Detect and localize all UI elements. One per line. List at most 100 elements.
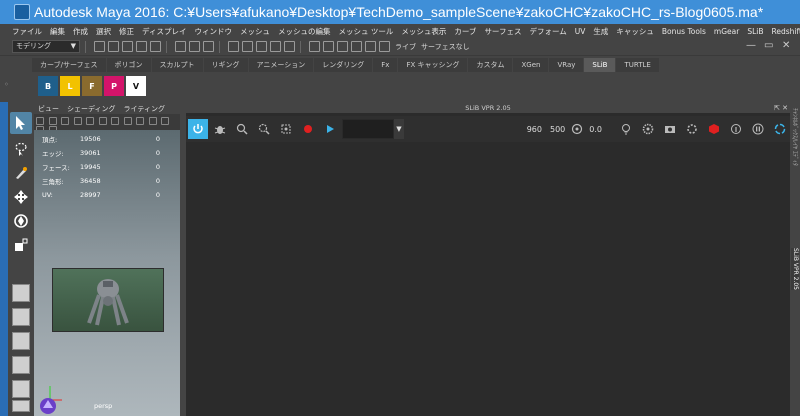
menu-item[interactable]: ファイル	[12, 26, 42, 37]
film-gate-icon[interactable]	[123, 116, 132, 125]
shelf-button[interactable]: L	[60, 76, 80, 96]
side-tab-slib-vpr[interactable]: SLiB VPR 2.05	[791, 248, 799, 290]
shelf-button[interactable]: V	[126, 76, 146, 96]
side-tab-channel-box[interactable]: ﾁｬﾝﾈﾙﾎﾞｯｸｽ/ﾚｲﾔ ｴﾃﾞｨﾀ	[791, 108, 799, 166]
vpr-info-button[interactable]	[726, 119, 746, 139]
smooth-shade-icon[interactable]	[161, 116, 170, 125]
select-deformers-icon[interactable]	[284, 41, 295, 52]
save-scene-icon[interactable]	[122, 41, 133, 52]
menu-item[interactable]: 作成	[73, 26, 88, 37]
shelf-tab[interactable]: TURTLE	[616, 58, 659, 72]
shelf-tab[interactable]: XGen	[513, 58, 549, 72]
vpr-light-button[interactable]	[616, 119, 636, 139]
vpr-height-value[interactable]: 500	[550, 125, 565, 134]
wireframe-icon[interactable]	[148, 116, 157, 125]
shelf-button[interactable]: P	[104, 76, 124, 96]
vpr-cube-button[interactable]	[704, 119, 724, 139]
menu-item[interactable]: 修正	[119, 26, 134, 37]
restore-button[interactable]: ▭	[764, 40, 773, 51]
vpr-zoom-button[interactable]	[232, 119, 252, 139]
bookmark-icon[interactable]	[61, 116, 70, 125]
lasso-tool-button[interactable]	[10, 138, 32, 160]
snap-curve-icon[interactable]	[323, 41, 334, 52]
vpr-crop-button[interactable]	[276, 119, 296, 139]
shelf-menu-icon[interactable]: ◦	[4, 80, 12, 94]
menu-item[interactable]: デフォーム	[530, 26, 567, 37]
undo-icon[interactable]	[136, 41, 147, 52]
snap-point-icon[interactable]	[337, 41, 348, 52]
shelf-tab[interactable]: FX キャッシング	[398, 58, 468, 72]
grease-pencil-icon[interactable]	[98, 116, 107, 125]
vpr-exposure-value[interactable]: 0.0	[589, 125, 602, 134]
shelf-tab[interactable]: レンダリング	[314, 58, 373, 72]
menu-set-select[interactable]: モデリング ▼	[12, 40, 80, 53]
vpr-render-button[interactable]	[298, 119, 318, 139]
move-tool-button[interactable]	[10, 186, 32, 208]
menu-item[interactable]: キャッシュ	[616, 26, 654, 37]
vpr-pause-button[interactable]	[748, 119, 768, 139]
snap-grid-icon[interactable]	[309, 41, 320, 52]
resolution-gate-icon[interactable]	[136, 116, 145, 125]
close-button[interactable]: ✕	[782, 40, 790, 51]
shelf-button[interactable]: F	[82, 76, 102, 96]
menu-item[interactable]: ディスプレイ	[142, 26, 186, 37]
menu-item[interactable]: メッシュ ツール	[338, 26, 393, 37]
menu-item[interactable]: mGear	[714, 27, 739, 36]
shelf-tab[interactable]: VRay	[549, 58, 584, 72]
camera-select-icon[interactable]	[36, 116, 44, 125]
select-surfaces-icon[interactable]	[270, 41, 281, 52]
viewport-menu-item[interactable]: ビュー	[38, 104, 59, 114]
shelf-tab[interactable]: カスタム	[468, 58, 513, 72]
vpr-refresh-button[interactable]	[770, 119, 790, 139]
vpr-snapshot-button[interactable]	[660, 119, 680, 139]
shelf-tab[interactable]: カーブ/サーフェス	[32, 58, 106, 72]
vpr-iso-button[interactable]	[682, 119, 702, 139]
snap-live-icon[interactable]	[379, 41, 390, 52]
snap-view-plane-icon[interactable]	[351, 41, 362, 52]
shelf-tab[interactable]: SLiB	[584, 58, 616, 72]
vpr-settings-button[interactable]	[638, 119, 658, 139]
graph-layout-button[interactable]	[12, 400, 30, 412]
viewport-menu-item[interactable]: ライティング	[124, 104, 165, 114]
vpr-exposure-button[interactable]	[567, 119, 587, 139]
select-component-icon[interactable]	[203, 41, 214, 52]
select-handles-icon[interactable]	[228, 41, 239, 52]
menu-item[interactable]: ウィンドウ	[194, 26, 232, 37]
vpr-play-button[interactable]	[320, 119, 340, 139]
rotate-tool-button[interactable]	[10, 210, 32, 232]
select-hierarchy-icon[interactable]	[175, 41, 186, 52]
side-by-side-layout-button[interactable]	[12, 332, 30, 350]
shelf-tab[interactable]: アニメーション	[248, 58, 314, 72]
menu-item[interactable]: メッシュの編集	[278, 26, 331, 37]
menu-item[interactable]: Bonus Tools	[662, 27, 706, 36]
menu-item[interactable]: メッシュ	[240, 26, 270, 37]
menu-item[interactable]: SLiB	[747, 27, 763, 36]
menu-item[interactable]: Redshift	[772, 27, 800, 36]
grid-icon[interactable]	[111, 116, 120, 125]
vpr-camera-select[interactable]	[342, 119, 394, 139]
menu-item[interactable]: サーフェス	[484, 26, 521, 37]
viewport-menu-item[interactable]: シェーディング	[67, 104, 116, 114]
scale-tool-button[interactable]	[10, 234, 32, 256]
vpr-width-value[interactable]: 960	[527, 125, 542, 134]
shelf-tab[interactable]: スカルプト	[151, 58, 203, 72]
paint-select-tool-button[interactable]	[10, 162, 32, 184]
select-tool-button[interactable]	[10, 112, 32, 134]
outliner-layout-button[interactable]	[12, 380, 30, 398]
menu-item[interactable]: カーブ	[454, 26, 476, 37]
redo-icon[interactable]	[150, 41, 161, 52]
menu-item[interactable]: 選択	[96, 26, 111, 37]
single-pane-layout-button[interactable]	[12, 284, 30, 302]
menu-item[interactable]: メッシュ表示	[401, 26, 446, 37]
select-object-icon[interactable]	[189, 41, 200, 52]
shelf-tab[interactable]: Fx	[373, 58, 398, 72]
select-curves-icon[interactable]	[256, 41, 267, 52]
shelf-button[interactable]: B	[38, 76, 58, 96]
menu-item[interactable]: 編集	[50, 26, 65, 37]
select-joints-icon[interactable]	[242, 41, 253, 52]
menu-item[interactable]: UV	[575, 27, 586, 36]
menu-item[interactable]: 生成	[593, 26, 608, 37]
vpr-power-button[interactable]	[188, 119, 208, 139]
shelf-tab[interactable]: リギング	[203, 58, 248, 72]
minimize-button[interactable]: —	[746, 40, 756, 51]
